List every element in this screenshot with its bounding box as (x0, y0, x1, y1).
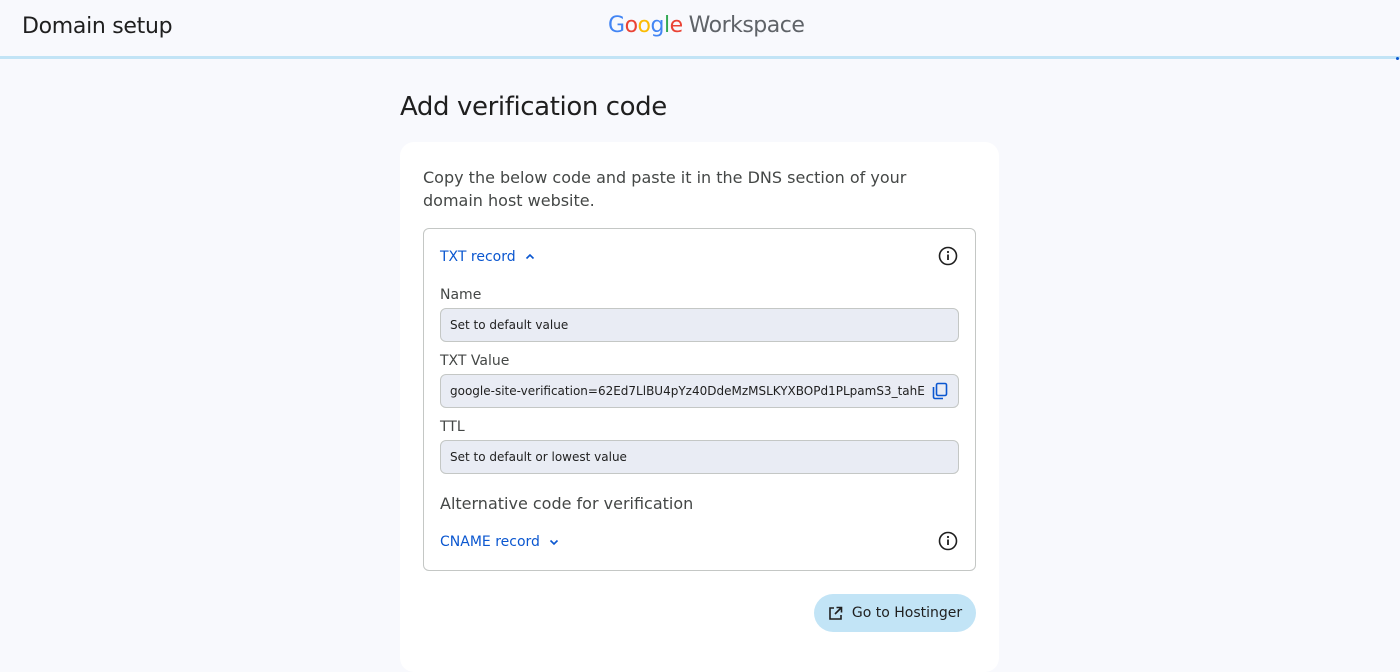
page-title: Add verification code (400, 92, 667, 122)
info-icon[interactable] (938, 531, 958, 551)
google-workspace-logo: Google Workspace (608, 13, 805, 38)
top-bar: Domain setup Google Workspace (0, 0, 1400, 56)
go-to-hostinger-button[interactable]: Go to Hostinger (814, 594, 976, 632)
logo-letter-o1: o (624, 13, 638, 38)
cname-record-label: CNAME record (440, 534, 540, 550)
open-in-new-icon (829, 606, 843, 620)
logo-letter-g2: g (650, 13, 665, 38)
chevron-down-icon (549, 539, 558, 546)
verification-card: Copy the below code and paste it in the … (400, 142, 999, 672)
copy-icon[interactable] (931, 382, 949, 400)
ttl-label: TTL (440, 419, 465, 435)
txt-value-label: TXT Value (440, 353, 510, 369)
info-icon[interactable] (938, 246, 958, 266)
chevron-up-icon (525, 253, 534, 260)
progress-indicator (1396, 57, 1399, 60)
name-field[interactable]: Set to default value (440, 308, 959, 342)
txt-value-field[interactable]: google-site-verification=62Ed7LlBU4pYz40… (440, 374, 959, 408)
go-to-hostinger-label: Go to Hostinger (851, 605, 963, 621)
alternative-heading: Alternative code for verification (440, 494, 694, 513)
progress-bar (0, 56, 1400, 59)
logo-letter-g1: G (608, 13, 625, 38)
txt-record-label: TXT record (440, 249, 516, 265)
logo-letter-o2: o (637, 13, 651, 38)
txt-value-text: google-site-verification=62Ed7LlBU4pYz40… (450, 384, 925, 398)
record-box: TXT record Name Set to default value TXT… (423, 228, 976, 571)
header-title: Domain setup (22, 14, 173, 39)
txt-record-toggle[interactable]: TXT record (440, 249, 535, 265)
name-label: Name (440, 287, 482, 303)
ttl-field[interactable]: Set to default or lowest value (440, 440, 959, 474)
instructions-text: Copy the below code and paste it in the … (423, 168, 907, 210)
cname-record-toggle[interactable]: CNAME record (440, 534, 559, 550)
logo-product-name: Workspace (688, 13, 805, 38)
logo-letter-e: e (669, 13, 684, 38)
